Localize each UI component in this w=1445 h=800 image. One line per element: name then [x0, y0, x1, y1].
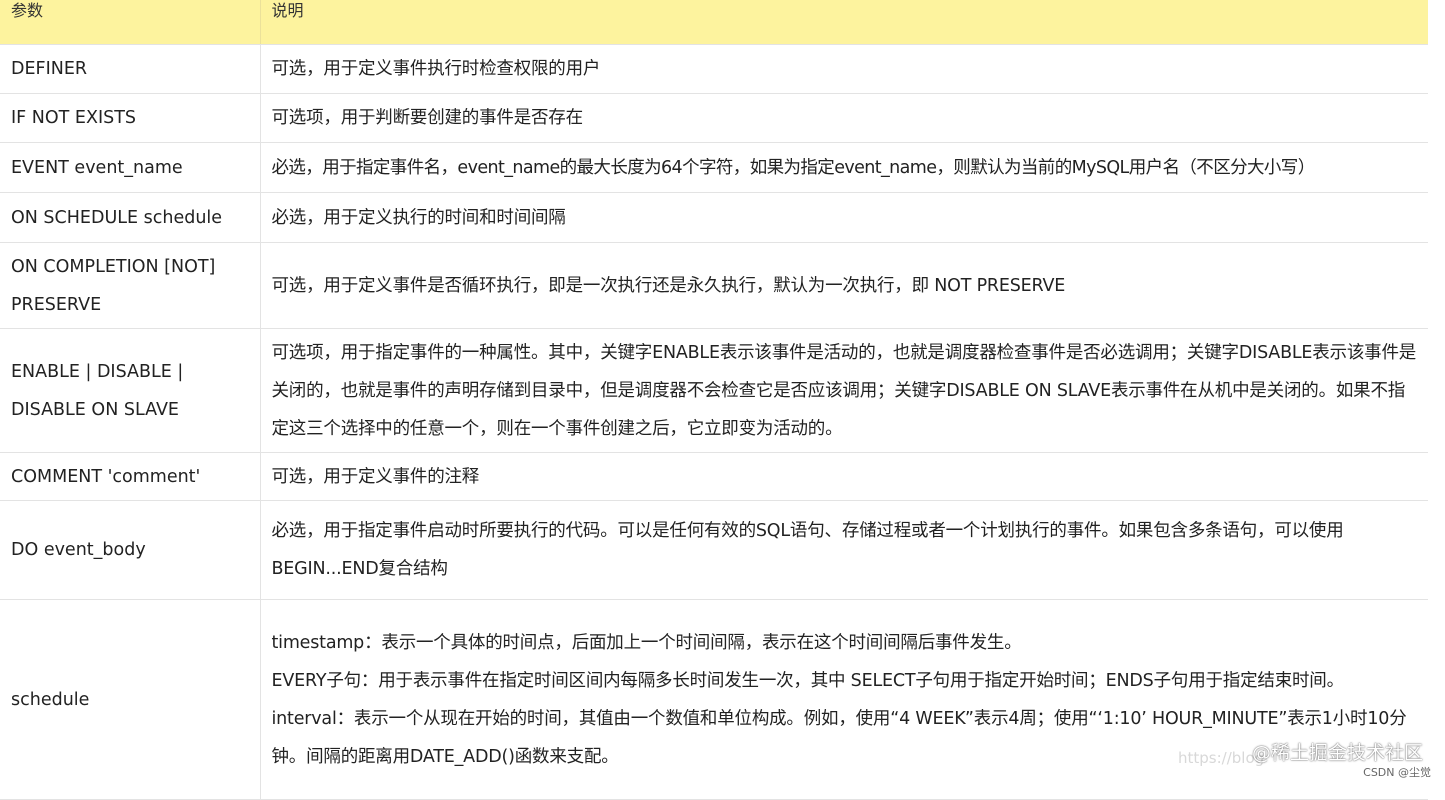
- header-desc: 说明: [260, 0, 1428, 45]
- watermark-csdn: CSDN @尘觉: [1363, 766, 1431, 779]
- param-name: EVENT event_name: [0, 142, 261, 193]
- table-row: ON COMPLETION [NOT] PRESERVE 可选，用于定义事件是否…: [0, 242, 1428, 329]
- table-row: ON SCHEDULE schedule 必选，用于定义执行的时间和时间间隔: [0, 192, 1428, 243]
- param-desc: timestamp：表示一个具体的时间点，后面加上一个时间间隔，表示在这个时间间…: [260, 599, 1428, 800]
- param-name: DO event_body: [0, 500, 261, 600]
- table-header: 参数 说明: [0, 0, 1428, 45]
- table-row: EVENT event_name 必选，用于指定事件名，event_name的最…: [0, 142, 1428, 193]
- param-name: ON SCHEDULE schedule: [0, 192, 261, 243]
- param-name: ENABLE | DISABLE | DISABLE ON SLAVE: [0, 328, 261, 453]
- param-name: COMMENT 'comment': [0, 452, 261, 501]
- param-name: ON COMPLETION [NOT] PRESERVE: [0, 242, 261, 329]
- desc-line: EVERY子句：用于表示事件在指定时间区间内每隔多长时间发生一次，其中 SELE…: [271, 670, 1345, 691]
- desc-line: timestamp：表示一个具体的时间点，后面加上一个时间间隔，表示在这个时间间…: [271, 632, 1022, 653]
- param-desc: 必选，用于指定事件启动时所要执行的代码。可以是任何有效的SQL语句、存储过程或者…: [260, 500, 1428, 600]
- param-desc: 可选，用于定义事件执行时检查权限的用户: [260, 44, 1428, 94]
- param-name: IF NOT EXISTS: [0, 93, 261, 143]
- desc-line: 必选，用于定义执行的时间和时间间隔: [271, 207, 566, 228]
- desc-line: 必选，用于指定事件名，event_name的最大长度为64个字符，如果为指定ev…: [271, 157, 1316, 178]
- desc-line: 可选项，用于判断要创建的事件是否存在: [271, 108, 584, 128]
- header-param: 参数: [0, 0, 261, 45]
- watermark-brand: @稀土掘金技术社区: [1251, 742, 1423, 764]
- table-row: IF NOT EXISTS 可选项，用于判断要创建的事件是否存在: [0, 93, 1428, 143]
- param-desc: 可选项，用于指定事件的一种属性。其中，关键字ENABLE表示该事件是活动的，也就…: [260, 328, 1428, 453]
- desc-line: 可选，用于定义事件是否循环执行，即是一次执行还是永久执行，默认为一次执行，即 N…: [271, 275, 1066, 296]
- table-row: COMMENT 'comment' 可选，用于定义事件的注释: [0, 452, 1428, 501]
- param-desc: 必选，用于指定事件名，event_name的最大长度为64个字符，如果为指定ev…: [260, 142, 1428, 193]
- table-row: DO event_body 必选，用于指定事件启动时所要执行的代码。可以是任何有…: [0, 500, 1428, 600]
- param-desc: 可选项，用于判断要创建的事件是否存在: [260, 93, 1428, 143]
- table-row: schedule timestamp：表示一个具体的时间点，后面加上一个时间间隔…: [0, 599, 1428, 800]
- desc-line: 可选，用于定义事件的注释: [271, 466, 480, 487]
- table-body: DEFINER 可选，用于定义事件执行时检查权限的用户 IF NOT EXIST…: [0, 44, 1428, 800]
- table-row: DEFINER 可选，用于定义事件执行时检查权限的用户: [0, 44, 1428, 94]
- param-name: DEFINER: [0, 44, 261, 94]
- table-row: ENABLE | DISABLE | DISABLE ON SLAVE 可选项，…: [0, 328, 1428, 453]
- header-row: 参数 说明: [0, 0, 1428, 45]
- param-desc: 可选，用于定义事件是否循环执行，即是一次执行还是永久执行，默认为一次执行，即 N…: [260, 242, 1428, 329]
- desc-line: 可选项，用于指定事件的一种属性。其中，关键字ENABLE表示该事件是活动的，也就…: [271, 342, 1417, 439]
- parameter-table: 参数 说明 DEFINER 可选，用于定义事件执行时检查权限的用户 IF NOT…: [0, 0, 1428, 800]
- desc-line: 必选，用于指定事件启动时所要执行的代码。可以是任何有效的SQL语句、存储过程或者…: [271, 521, 1344, 579]
- param-desc: 可选，用于定义事件的注释: [260, 452, 1428, 501]
- param-desc: 必选，用于定义执行的时间和时间间隔: [260, 192, 1428, 243]
- param-name: schedule: [0, 599, 261, 800]
- desc-line: 可选，用于定义事件执行时检查权限的用户: [271, 59, 601, 79]
